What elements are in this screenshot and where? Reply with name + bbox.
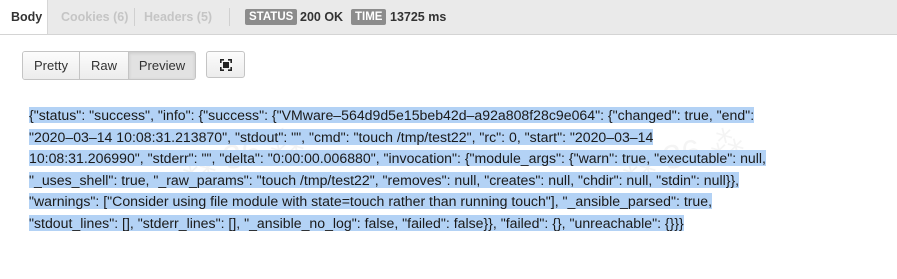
fullscreen-icon — [220, 59, 232, 71]
tab-divider — [134, 8, 135, 26]
pretty-button[interactable]: Pretty — [23, 52, 80, 79]
status-badge: STATUS — [245, 9, 298, 25]
preview-button[interactable]: Preview — [129, 52, 195, 79]
tab-body[interactable]: Body — [0, 0, 48, 34]
response-line: "stdout_lines": [], "stderr_lines": [], … — [29, 214, 684, 231]
time-badge: TIME — [351, 9, 387, 25]
tab-headers[interactable]: Headers (5) — [144, 0, 212, 34]
view-mode-toggle: Pretty Raw Preview — [22, 51, 196, 80]
tab-divider — [229, 8, 230, 26]
status-value: 200 OK — [300, 10, 344, 24]
response-line: "2020–03–14 10:08:31.213870", "stdout": … — [29, 128, 654, 145]
tab-cookies[interactable]: Cookies (6) — [61, 0, 128, 34]
response-line: "_uses_shell": true, "_raw_params": "tou… — [29, 171, 740, 188]
response-tab-bar: Body Cookies (6) Headers (5) STATUS 200 … — [0, 0, 897, 35]
response-body-text[interactable]: {"status": "success", "info": {"success"… — [29, 105, 874, 234]
response-line: "warnings": ["Consider using file module… — [29, 193, 713, 209]
response-line: 10:08:31.206990", "stderr": "", "delta":… — [29, 150, 766, 166]
fullscreen-button[interactable] — [206, 51, 245, 78]
response-line: {"status": "success", "info": {"success"… — [29, 107, 755, 123]
time-value: 13725 ms — [390, 10, 447, 24]
response-body-panel: Pretty Raw Preview ⁂ 36 ⁂ ⁂ 36 ⁂ {"statu… — [0, 35, 897, 279]
raw-button[interactable]: Raw — [80, 52, 129, 79]
